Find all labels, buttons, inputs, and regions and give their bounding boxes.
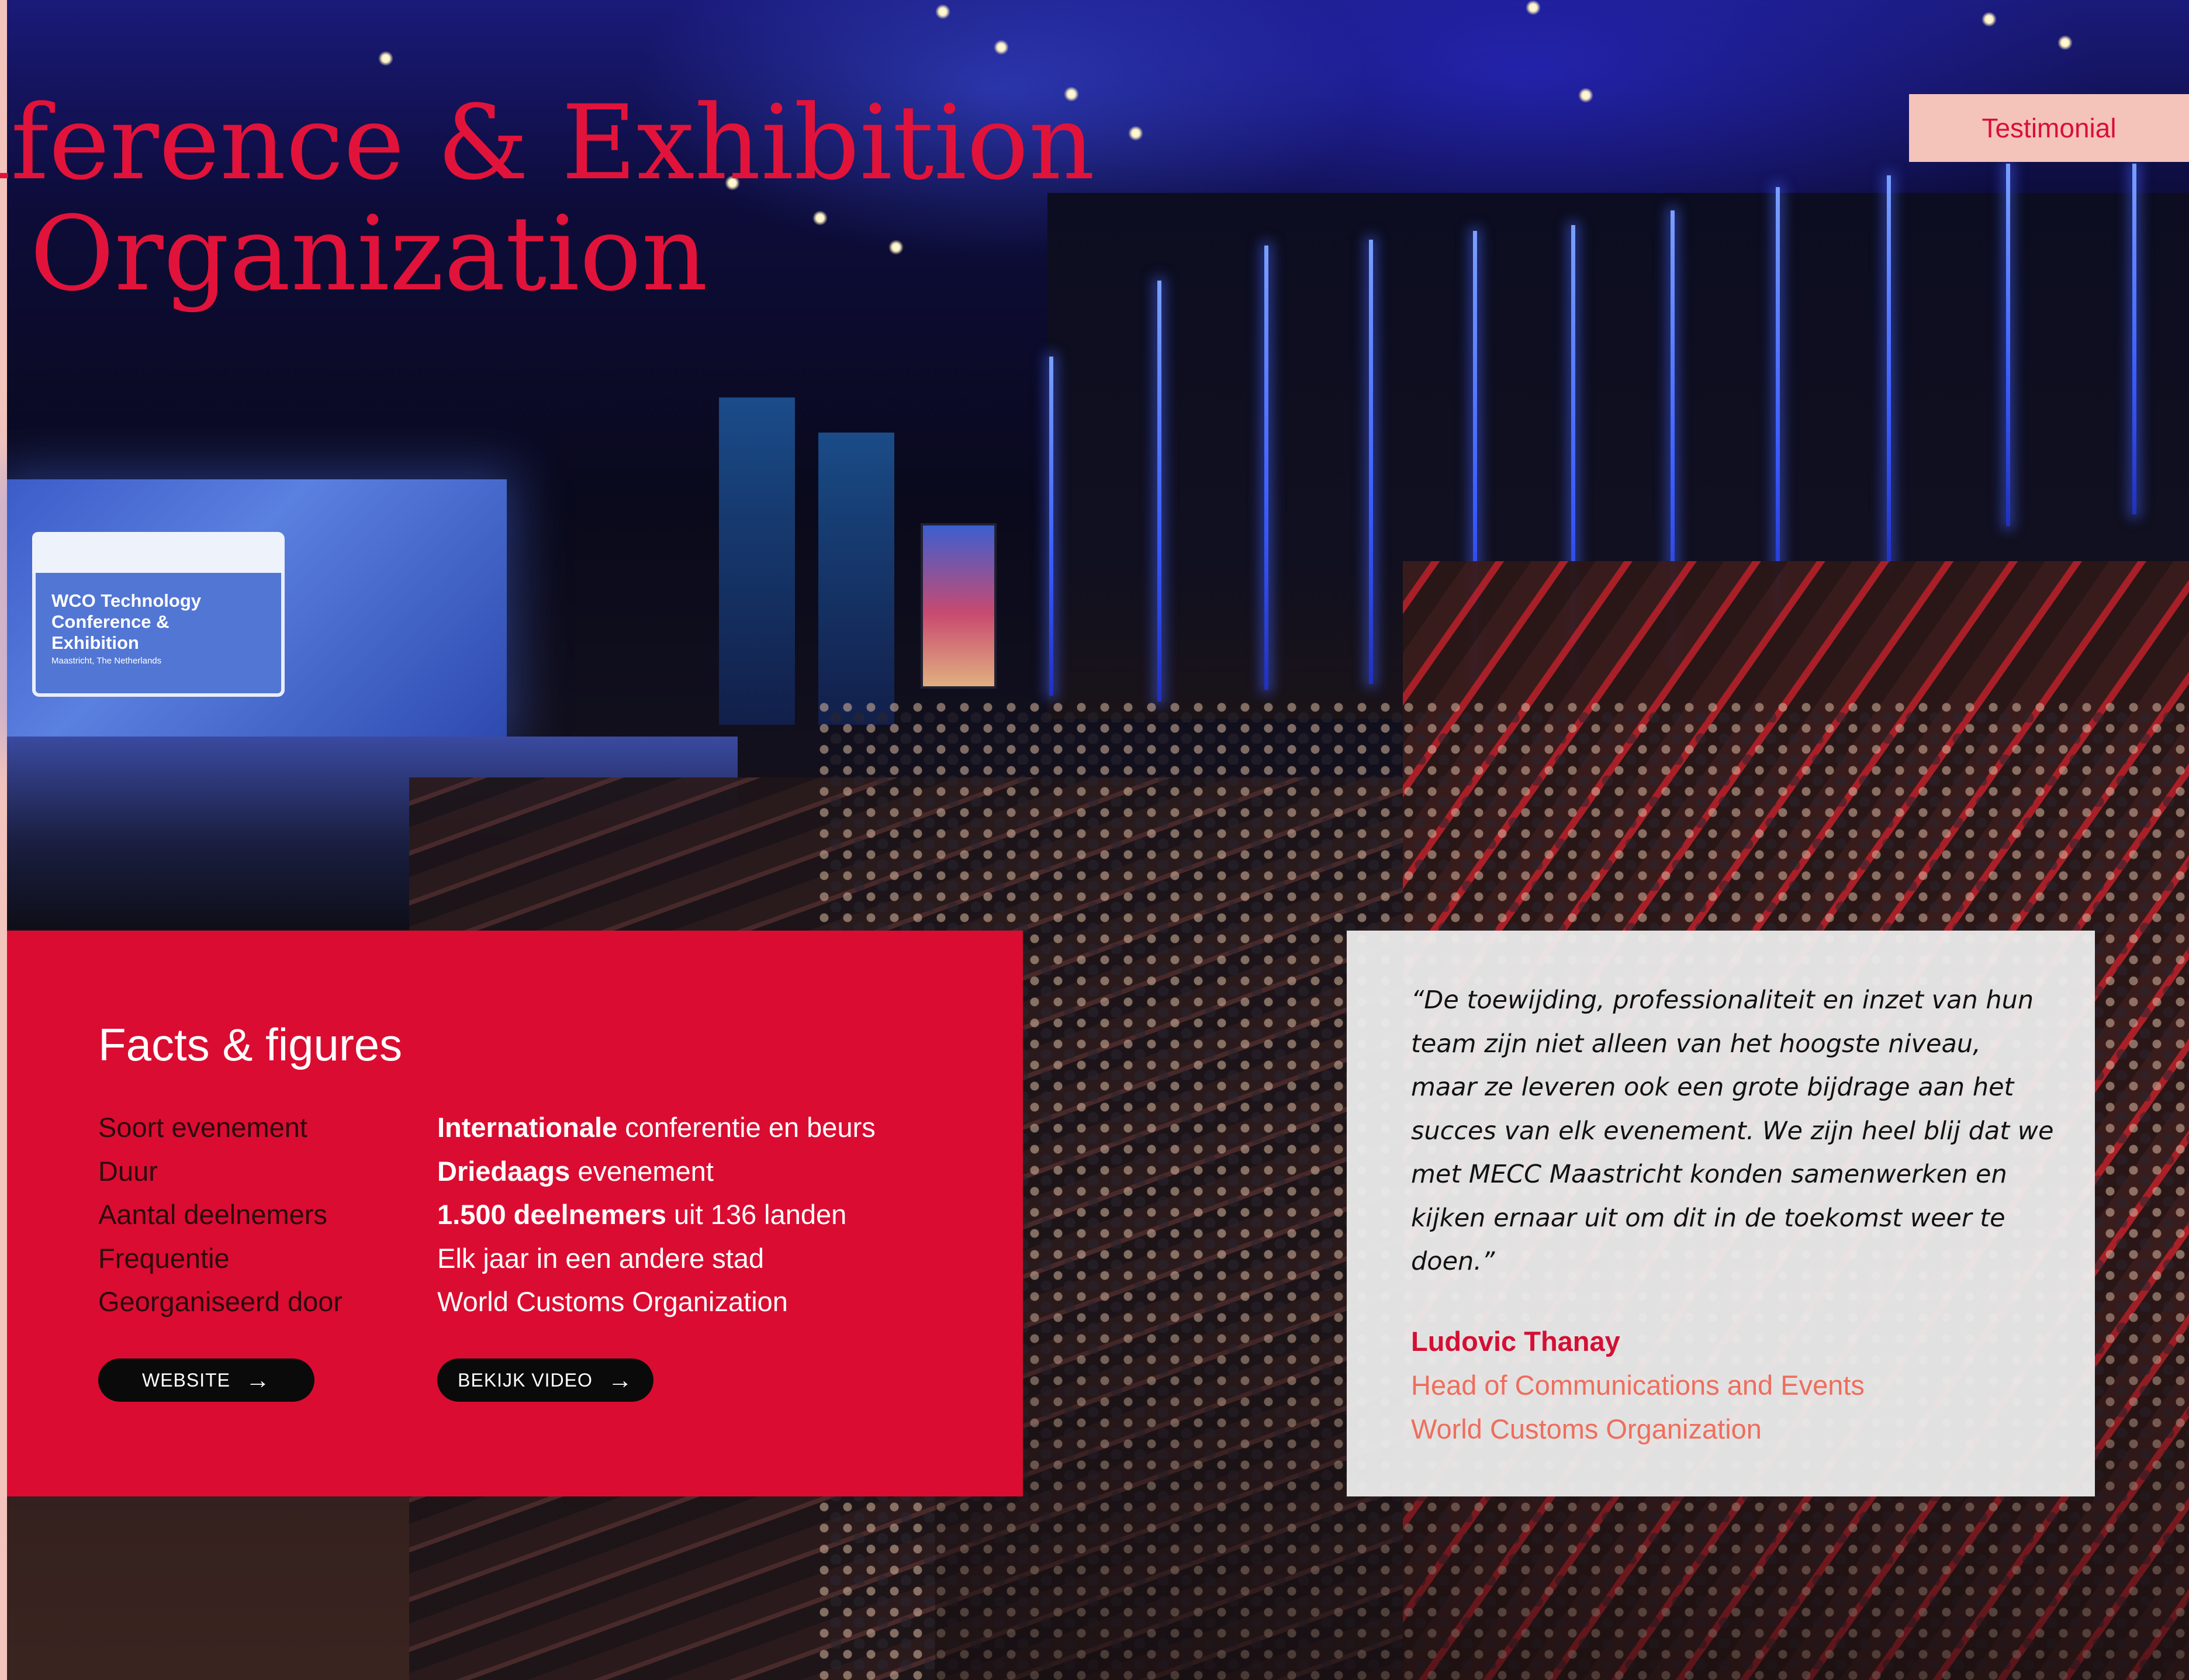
ceiling-light <box>1128 126 1143 141</box>
facts-value-bold: Driedaags <box>437 1155 570 1187</box>
facts-values: Internationale conferentie en beurs Drie… <box>437 1106 876 1324</box>
watch-video-button[interactable]: BEKIJK VIDEO → <box>437 1358 653 1402</box>
wall-light-bar <box>1776 187 1780 620</box>
testimonial-author-organization: World Customs Organization <box>1411 1413 1762 1444</box>
facts-label: Georganiseerd door <box>98 1286 343 1317</box>
wall-light-bar <box>2006 164 2010 526</box>
wall-light-bar <box>2132 164 2136 514</box>
facts-value-rest: evenement <box>570 1155 714 1187</box>
ceiling-light <box>994 40 1009 55</box>
testimonial-tab[interactable]: Testimonial <box>1909 94 2189 162</box>
facts-title: Facts & figures <box>98 1019 403 1070</box>
ceiling-light <box>1981 12 1997 27</box>
website-button-label: WEBSITE <box>141 1369 230 1391</box>
ceiling-light <box>1578 88 1593 103</box>
facts-value-bold: Internationale <box>437 1112 618 1143</box>
stage-curtain-light <box>818 433 894 725</box>
facts-label: Aantal deelnemers <box>98 1199 327 1230</box>
ceiling-light <box>378 51 393 66</box>
side-video-screen <box>921 523 997 689</box>
facts-value: Internationale conferentie en beurs <box>437 1106 876 1150</box>
testimonial-quote: “De toewijding, professionaliteit en inz… <box>1411 986 2054 1276</box>
facts-value: 1.500 deelnemers uit 136 landen <box>437 1193 876 1237</box>
testimonial-card: “De toewijding, professionaliteit en inz… <box>1347 931 2095 1496</box>
facts-value-rest: Elk jaar in een andere stad <box>437 1242 765 1274</box>
watch-video-button-label: BEKIJK VIDEO <box>458 1369 593 1391</box>
wall-light-bar <box>1157 281 1161 701</box>
facts-value: Elk jaar in een andere stad <box>437 1237 876 1281</box>
ceiling-light <box>2057 35 2073 50</box>
website-button[interactable]: WEBSITE → <box>98 1358 314 1402</box>
stage-curtain-light <box>719 397 795 725</box>
testimonial-author-role: Head of Communications and Events <box>1411 1370 1865 1401</box>
page-title-line-1: nference & Exhibition <box>0 83 1095 203</box>
ceiling-light <box>1526 0 1541 15</box>
facts-value: World Customs Organization <box>437 1280 876 1324</box>
ceiling-light <box>935 4 950 19</box>
facts-label: Duur <box>98 1155 158 1187</box>
facts-labels: Soort evenement Duur Aantal deelnemers F… <box>98 1106 343 1324</box>
page-title: nference & Exhibition s Organization <box>0 88 1095 310</box>
wall-light-bar <box>1049 357 1053 696</box>
facts-value: Driedaags evenement <box>437 1150 876 1194</box>
facts-value-rest: uit 136 landen <box>666 1199 847 1230</box>
page-title-line-2: s Organization <box>0 194 708 314</box>
facts-value-rest: conferentie en beurs <box>617 1112 876 1143</box>
wall-light-bar <box>1369 240 1373 684</box>
facts-label: Soort evenement <box>98 1112 307 1143</box>
facts-card: Facts & figures Soort evenement Duur Aan… <box>7 931 1023 1496</box>
facts-value-bold: 1.500 deelnemers <box>437 1199 666 1230</box>
arrow-right-icon: → <box>245 1366 271 1394</box>
wall-light-bar <box>1887 175 1891 573</box>
screen-slide-subtitle: Maastricht, The Netherlands <box>51 656 162 666</box>
screen-slide-title: WCO Technology Conference & Exhibition <box>51 590 202 653</box>
facts-value-rest: World Customs Organization <box>437 1286 788 1317</box>
arrow-right-icon: → <box>607 1366 633 1394</box>
screen-slide-header <box>32 532 283 573</box>
testimonial-author: Ludovic Thanay <box>1411 1326 1620 1357</box>
wall-light-bar <box>1264 246 1268 690</box>
facts-label: Frequentie <box>98 1242 230 1274</box>
page-canvas: WCO Technology Conference & Exhibition M… <box>0 0 2189 1680</box>
